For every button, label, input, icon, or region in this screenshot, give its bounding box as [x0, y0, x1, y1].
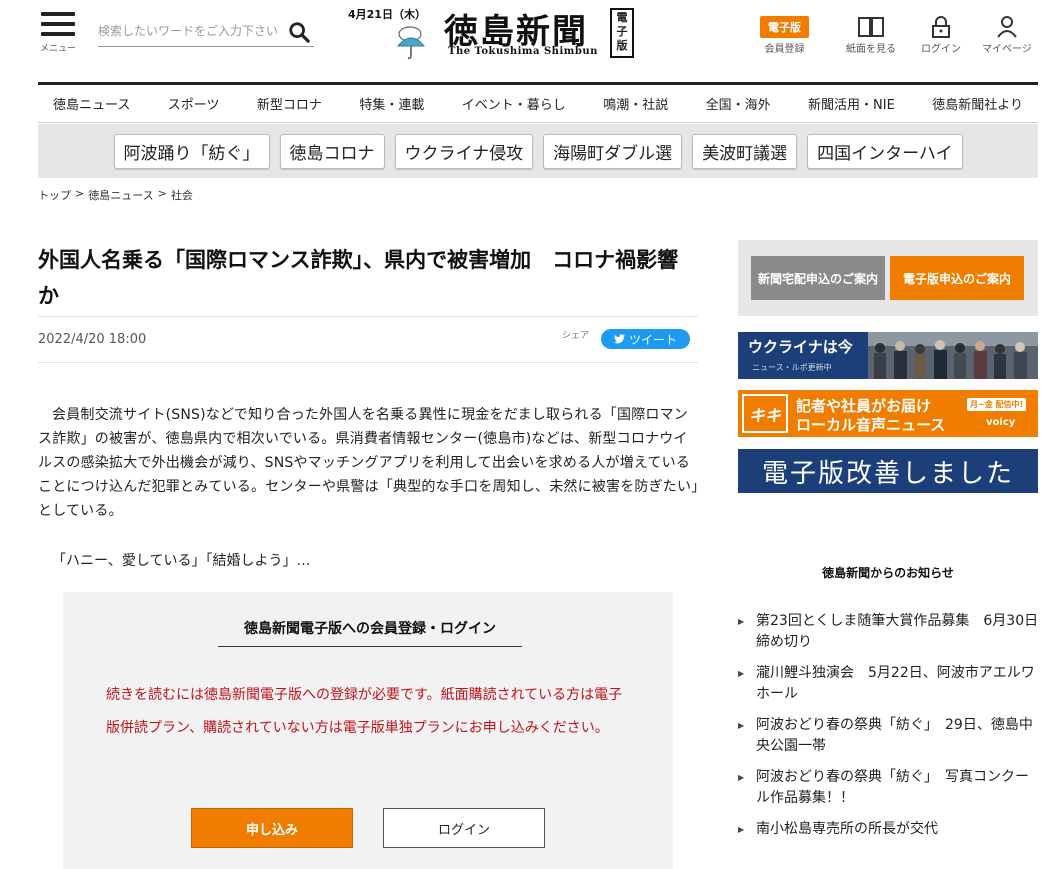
mypage-button[interactable]: マイページ	[982, 14, 1032, 55]
divider	[38, 362, 698, 363]
digital-edition-badge: 電子版	[610, 8, 634, 58]
hamburger-icon-bar	[41, 22, 75, 26]
login-header-button[interactable]: ログイン	[921, 14, 961, 55]
search-icon[interactable]	[288, 21, 310, 43]
ukraine-subtitle: ニュース・ルポ更新中	[752, 363, 832, 372]
global-nav: 徳島ニュース スポーツ 新型コロナ 特集・連載 イベント・暮らし 鳴潮・社説 全…	[38, 85, 1038, 123]
notice-item[interactable]: 瀧川鯉斗独演会 5月22日、阿波市アエルワホール	[738, 663, 1040, 705]
article-body-teaser: 「ハニー、愛している」「結婚しよう」…	[52, 553, 311, 569]
nav-item-sports[interactable]: スポーツ	[168, 94, 220, 113]
nav-item-tokushima-news[interactable]: 徳島ニュース	[53, 94, 130, 113]
login-button[interactable]: ログイン	[383, 808, 545, 848]
menu-label: メニュー	[39, 44, 76, 54]
notice-item[interactable]: 南小松島専売所の所長が交代	[738, 819, 1040, 840]
user-icon	[997, 16, 1017, 38]
view-paper-button[interactable]: 紙面を見る	[846, 14, 896, 55]
badge-char: 版	[616, 39, 628, 52]
topic-tag[interactable]: 徳島コロナ	[279, 133, 385, 169]
search-input[interactable]	[98, 17, 288, 45]
topic-tag[interactable]: 四国インターハイ	[807, 133, 963, 169]
nav-item-editorial[interactable]: 鳴潮・社説	[603, 94, 668, 113]
hamburger-icon	[41, 12, 75, 16]
topic-tag[interactable]: ウクライナ侵攻	[394, 133, 534, 169]
nav-item-features[interactable]: 特集・連載	[359, 94, 424, 113]
breadcrumb-tokushima-news[interactable]: 徳島ニュース	[88, 187, 153, 203]
notice-heading: 徳島新聞からのお知らせ	[822, 566, 954, 580]
tweet-label: ツイート	[628, 332, 677, 347]
notice-item[interactable]: 第23回とくしま随筆大賞作品募集 6月30日締め切り	[738, 611, 1040, 653]
article-date: 2022/4/20 18:00	[38, 332, 147, 347]
site-logo-english: The Tokushima Shimbun	[448, 46, 598, 57]
article-title: 外国人名乗る「国際ロマンス詐欺」、県内で被害増加 コロナ禍影響か	[38, 248, 679, 308]
nav-item-events[interactable]: イベント・暮らし	[462, 94, 566, 113]
register-label: 会員登録	[764, 44, 805, 55]
delivery-subscription-button[interactable]: 新聞宅配申込のご案内	[751, 256, 885, 300]
edition-pill: 電子版	[760, 16, 809, 38]
divider	[38, 316, 698, 317]
view-paper-label: 紙面を見る	[846, 44, 896, 55]
mypage-label: マイページ	[982, 44, 1032, 55]
login-header-label: ログイン	[921, 44, 961, 55]
voicy-logo: voicy	[986, 417, 1016, 428]
nav-item-national[interactable]: 全国・海外	[706, 94, 771, 113]
article-body: 会員制交流サイト(SNS)などで知り合った外国人を名乗る異性に現金をだまし取られ…	[38, 407, 699, 519]
notice-item[interactable]: 阿波おどり春の祭典「紡ぐ」 写真コンクール作品募集！！	[738, 767, 1040, 809]
book-icon	[858, 17, 884, 37]
voice-banner-line2: ローカル音声ニュース	[796, 416, 946, 434]
topic-tag-bar: 阿波踊り「紡ぐ」 徳島コロナ ウクライナ侵攻 海陽町ダブル選 美波町議選 四国イ…	[38, 124, 1038, 178]
header-date: 4月21日（木）	[348, 8, 426, 21]
topic-tag[interactable]: 阿波踊り「紡ぐ」	[113, 133, 270, 169]
ukraine-title: ウクライナは今	[748, 338, 853, 356]
digital-improved-banner[interactable]: 電子版改善しました	[738, 449, 1038, 493]
nav-item-corona[interactable]: 新型コロナ	[257, 94, 322, 113]
kiki-logo: キキ	[742, 394, 788, 433]
rain-umbrella-icon	[396, 26, 426, 59]
paywall-message: 続きを読むには徳島新聞電子版への登録が必要です。紙面購読されている方は電子版併読…	[106, 687, 623, 736]
register-button[interactable]: 電子版 会員登録	[760, 14, 809, 55]
apply-button[interactable]: 申し込み	[191, 808, 353, 848]
crowd-photo	[868, 332, 1038, 379]
breadcrumb-separator: >	[75, 187, 85, 200]
voice-banner-line1: 記者や社員がお届け	[796, 397, 932, 415]
voice-schedule-pill: 月~金 配信中!	[967, 398, 1027, 411]
topic-tag[interactable]: 海陽町ダブル選	[543, 133, 683, 169]
notice-item[interactable]: 阿波おどり春の祭典「紡ぐ」 29日、徳島中央公園一帯	[738, 715, 1040, 757]
hamburger-icon-bar	[41, 32, 75, 36]
paywall-title: 徳島新聞電子版への会員登録・ログイン	[218, 618, 522, 647]
nav-item-nie[interactable]: 新聞活用・NIE	[808, 94, 895, 113]
breadcrumb-top[interactable]: トップ	[38, 187, 71, 203]
digital-subscription-button[interactable]: 電子版申込のご案内	[890, 256, 1024, 300]
notice-list: 第23回とくしま随筆大賞作品募集 6月30日締め切り 瀧川鯉斗独演会 5月22日…	[738, 611, 1040, 850]
tweet-button[interactable]: ツイート	[601, 329, 690, 349]
badge-char: 子	[616, 25, 628, 38]
topic-tag[interactable]: 美波町議選	[692, 133, 798, 169]
twitter-bird-icon	[613, 334, 625, 344]
breadcrumb: トップ > 徳島ニュース > 社会	[38, 187, 193, 203]
badge-char: 電	[616, 11, 628, 24]
breadcrumb-society[interactable]: 社会	[171, 187, 193, 203]
share-label: シェア	[562, 331, 590, 341]
menu-button[interactable]: メニュー	[38, 12, 78, 54]
breadcrumb-separator: >	[157, 187, 167, 200]
nav-item-company[interactable]: 徳島新聞社より	[932, 94, 1023, 113]
lock-icon	[932, 16, 950, 38]
search-box	[98, 17, 314, 47]
